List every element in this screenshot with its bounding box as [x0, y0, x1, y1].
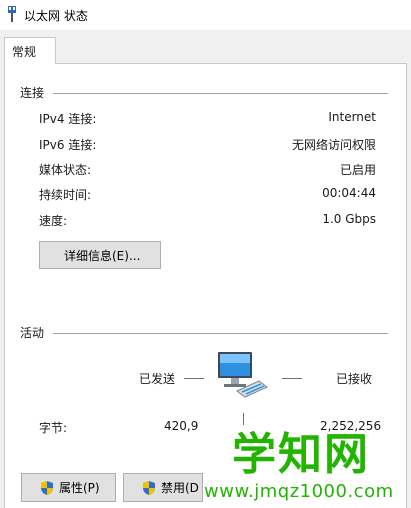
speed-value: 1.0 Gbps: [322, 212, 376, 226]
details-button[interactable]: 详细信息(E)...: [39, 241, 161, 269]
ipv6-label: IPv6 连接:: [39, 138, 97, 152]
duration-label: 持续时间:: [39, 188, 92, 202]
bytes-label: 字节:: [39, 421, 68, 435]
activity-divider: [53, 333, 388, 334]
bytes-sent-value: 420,9: [164, 419, 199, 433]
title-bar[interactable]: 以太网 状态: [0, 0, 411, 30]
properties-button[interactable]: 属性(P): [21, 473, 116, 502]
sent-label: 已发送: [139, 372, 176, 386]
received-label: 已接收: [336, 372, 373, 386]
network-adapter-icon: [8, 6, 16, 22]
connection-divider: [53, 93, 388, 94]
sent-dash: [184, 378, 204, 379]
ipv6-value: 无网络访问权限: [291, 138, 376, 152]
connection-section-title: 连接: [20, 86, 45, 100]
tab-general[interactable]: 常规: [4, 37, 56, 64]
media-state-value: 已启用: [339, 163, 376, 177]
uac-shield-icon: [143, 480, 155, 495]
ipv4-label: IPv4 连接:: [39, 112, 97, 126]
media-state-label: 媒体状态:: [39, 163, 92, 177]
window-title: 以太网 状态: [24, 9, 88, 23]
speed-label: 速度:: [39, 214, 68, 228]
disable-button-label: 禁用(D: [161, 481, 199, 495]
received-dash: [282, 378, 302, 379]
watermark-logo: 学知网: [232, 429, 370, 480]
activity-separator: [243, 413, 244, 425]
network-computer-icon: [218, 352, 268, 398]
disable-button[interactable]: 禁用(D: [123, 473, 203, 502]
duration-value: 00:04:44: [322, 186, 376, 200]
activity-section-title: 活动: [20, 326, 45, 340]
properties-button-label: 属性(P): [59, 481, 100, 495]
watermark-url: www.jmqz1000.com: [204, 481, 394, 502]
uac-shield-icon: [41, 480, 53, 495]
ipv4-value: Internet: [328, 110, 376, 124]
